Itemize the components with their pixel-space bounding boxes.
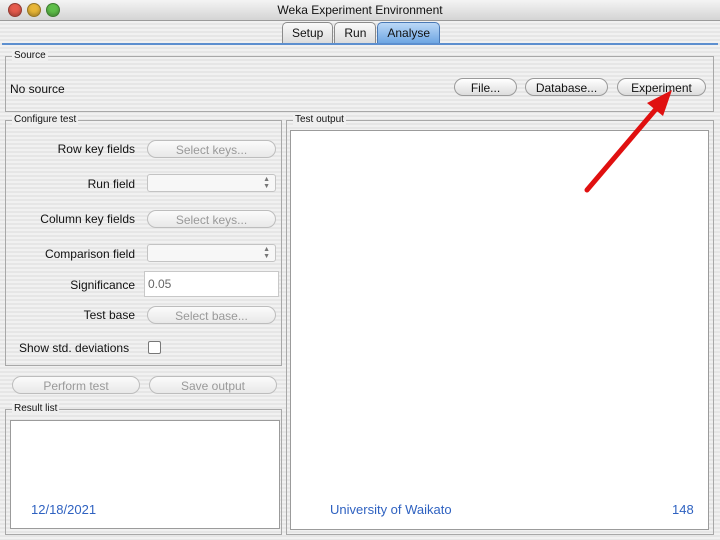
comparison-field-label: Comparison field — [44, 247, 135, 261]
run-field-select[interactable]: ▲ ▼ — [147, 174, 276, 192]
footer-page-number: 148 — [672, 502, 694, 517]
run-field-label: Run field — [87, 177, 135, 191]
tab-run[interactable]: Run — [334, 22, 377, 43]
test-base-select-button[interactable]: Select base... — [147, 306, 276, 324]
experiment-button[interactable]: Experiment — [617, 78, 706, 96]
tab-analyse[interactable]: Analyse — [377, 22, 441, 43]
show-std-deviations-checkbox[interactable] — [148, 341, 161, 354]
window-title: Weka Experiment Environment — [277, 3, 443, 17]
test-output-area[interactable] — [290, 130, 709, 530]
source-panel: Source No source File... Database... Exp… — [5, 50, 714, 112]
column-key-select-button[interactable]: Select keys... — [147, 210, 276, 228]
row-key-select-button[interactable]: Select keys... — [147, 140, 276, 158]
significance-label: Significance — [70, 278, 135, 292]
footer-date: 12/18/2021 — [31, 502, 97, 517]
result-list-legend: Result list — [12, 403, 60, 415]
test-base-label: Test base — [83, 308, 135, 322]
show-std-deviations-label: Show std. deviations — [19, 341, 130, 355]
tab-setup[interactable]: Setup — [282, 22, 334, 43]
column-key-fields-label: Column key fields — [40, 212, 135, 226]
comparison-field-select[interactable]: ▲ ▼ — [147, 244, 276, 262]
tab-bar: Setup Run Analyse — [282, 22, 441, 43]
row-key-fields-label: Row key fields — [57, 142, 135, 156]
footer-organization: University of Waikato — [330, 502, 452, 517]
significance-input[interactable]: 0.05 — [144, 271, 279, 297]
perform-test-button[interactable]: Perform test — [12, 376, 140, 394]
up-down-arrows-icon: ▲ ▼ — [263, 246, 270, 260]
up-down-arrows-icon: ▲ ▼ — [263, 176, 270, 190]
source-legend: Source — [12, 50, 48, 62]
file-button[interactable]: File... — [454, 78, 517, 96]
test-output-legend: Test output — [293, 114, 346, 126]
configure-test-legend: Configure test — [12, 114, 79, 126]
database-button[interactable]: Database... — [525, 78, 608, 96]
tab-divider — [2, 43, 718, 45]
source-status: No source — [10, 82, 65, 96]
save-output-button[interactable]: Save output — [149, 376, 277, 394]
title-bar: Weka Experiment Environment — [0, 0, 720, 21]
